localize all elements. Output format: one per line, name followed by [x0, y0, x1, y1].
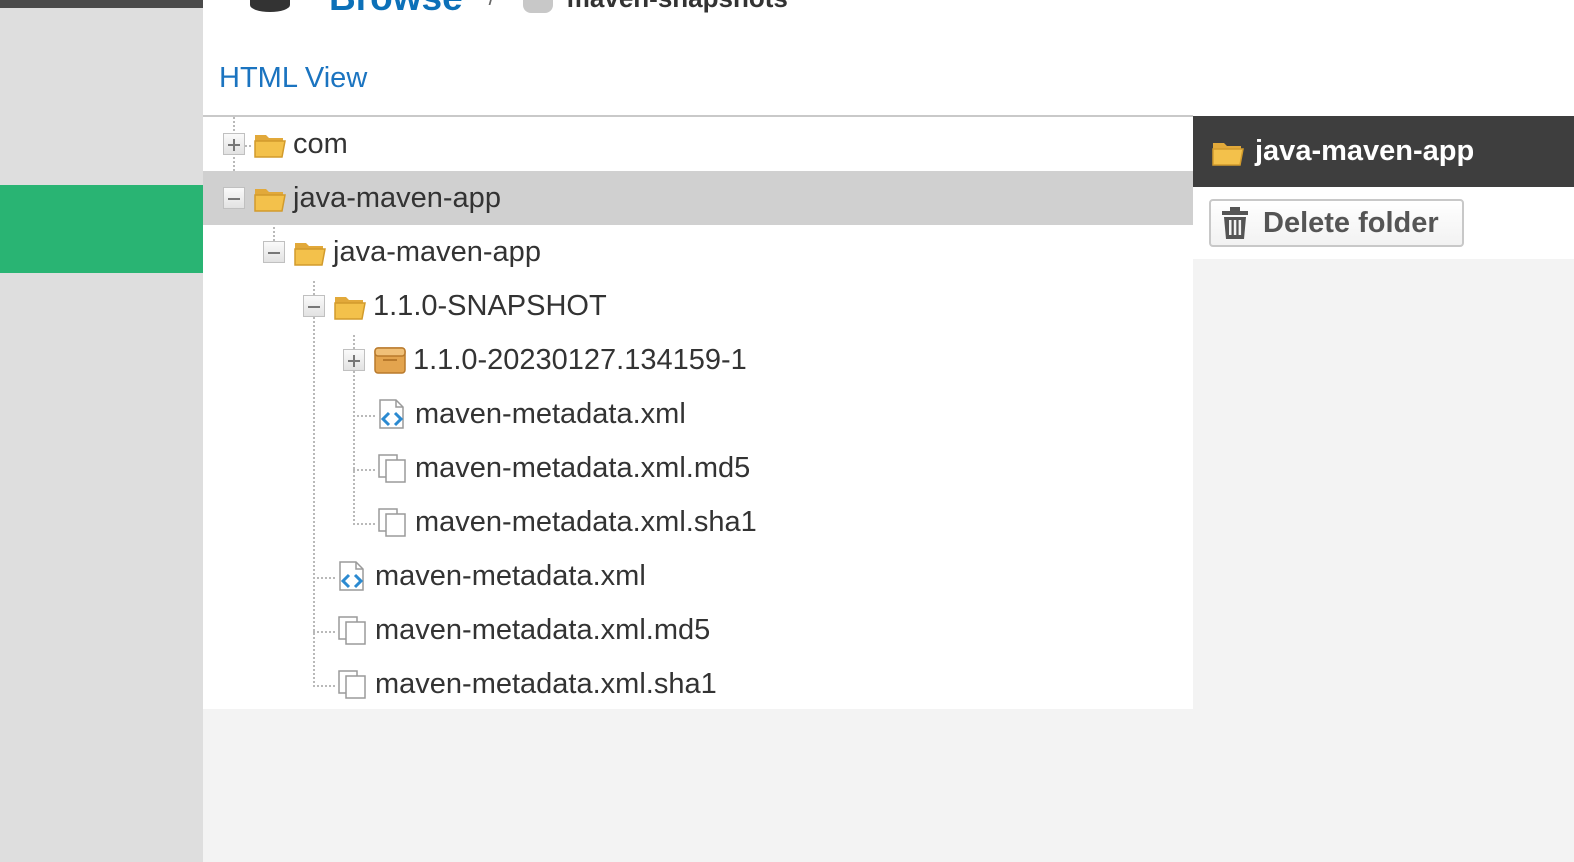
tree-node-label: java-maven-app	[293, 181, 501, 214]
tree-node[interactable]: java-maven-app	[263, 225, 541, 279]
tree-node-label: 1.1.0-SNAPSHOT	[373, 289, 607, 322]
details-panel-toolbar: Delete folder	[1193, 187, 1574, 259]
left-navigation	[0, 0, 203, 862]
breadcrumb-repository-name: maven-snapshots	[567, 0, 788, 14]
expand-toggle-icon[interactable]	[343, 349, 365, 371]
details-panel-header: java-maven-app	[1193, 116, 1574, 187]
database-icon	[250, 0, 290, 12]
repository-icon	[522, 0, 553, 13]
delete-folder-button[interactable]: Delete folder	[1209, 199, 1464, 247]
folder-icon	[254, 135, 286, 158]
tree-row[interactable]: java-maven-app	[203, 225, 1193, 279]
tree-node-label: com	[293, 127, 348, 160]
tree-row[interactable]: maven-metadata.xml.sha1	[203, 495, 1193, 549]
file-copy-icon	[378, 454, 406, 483]
breadcrumb-browse-link[interactable]: Browse	[329, 0, 463, 19]
collapse-toggle-icon[interactable]	[263, 241, 285, 263]
repository-tree: com java-maven-app java-maven-app 1.1.0-…	[203, 117, 1193, 709]
tree-node[interactable]: maven-metadata.xml.sha1	[327, 657, 717, 711]
tree-row[interactable]: com	[203, 117, 1193, 171]
tree-node-label: maven-metadata.xml.sha1	[415, 505, 757, 538]
folder-icon	[1212, 142, 1244, 166]
nav-active-item[interactable]	[0, 185, 203, 273]
tree-node[interactable]: java-maven-app	[223, 171, 501, 225]
tree-node-label: maven-metadata.xml.md5	[415, 451, 751, 484]
breadcrumb-separator: /	[489, 0, 495, 11]
package-icon	[374, 347, 406, 374]
file-copy-icon	[378, 508, 406, 537]
tree-row[interactable]: 1.1.0-SNAPSHOT	[203, 279, 1193, 333]
tree-node[interactable]: maven-metadata.xml	[327, 549, 646, 603]
expand-toggle-icon[interactable]	[223, 133, 245, 155]
xml-file-icon	[379, 399, 404, 429]
collapse-toggle-icon[interactable]	[223, 187, 245, 209]
tree-node-label: maven-metadata.xml	[375, 559, 646, 592]
details-panel-title: java-maven-app	[1255, 135, 1475, 167]
tree-node-label: maven-metadata.xml.sha1	[375, 667, 717, 700]
tree-node[interactable]: maven-metadata.xml.md5	[327, 603, 710, 657]
folder-icon	[254, 189, 286, 212]
page-header: Browse / maven-snapshots HTML View	[203, 0, 1574, 116]
tree-node-label: maven-metadata.xml.md5	[375, 613, 711, 646]
tree-node[interactable]: maven-metadata.xml.sha1	[367, 495, 757, 549]
nav-top-bar	[0, 0, 203, 8]
file-copy-icon	[338, 616, 366, 645]
folder-icon	[334, 297, 366, 320]
xml-file-icon	[339, 561, 364, 591]
tree-node-label: java-maven-app	[333, 235, 541, 268]
tree-node-label: maven-metadata.xml	[415, 397, 686, 430]
tree-row[interactable]: maven-metadata.xml.sha1	[203, 657, 1193, 711]
tree-node-label: 1.1.0-20230127.134159-1	[413, 343, 747, 376]
tree-node[interactable]: com	[223, 117, 348, 171]
app-window: Browse / maven-snapshots HTML View	[0, 0, 1574, 862]
tree-node[interactable]: maven-metadata.xml	[367, 387, 686, 441]
tree-row-selected[interactable]: java-maven-app	[203, 171, 1193, 225]
tree-node[interactable]: maven-metadata.xml.md5	[367, 441, 750, 495]
file-copy-icon	[338, 670, 366, 699]
tree-row[interactable]: maven-metadata.xml	[203, 549, 1193, 603]
trash-icon	[1222, 207, 1248, 239]
tree-node[interactable]: 1.1.0-20230127.134159-1	[343, 333, 747, 387]
tree-node[interactable]: 1.1.0-SNAPSHOT	[303, 279, 607, 333]
tree-row[interactable]: maven-metadata.xml.md5	[203, 441, 1193, 495]
html-view-link[interactable]: HTML View	[219, 62, 367, 95]
collapse-toggle-icon[interactable]	[303, 295, 325, 317]
delete-folder-label: Delete folder	[1263, 206, 1439, 239]
tree-row[interactable]: 1.1.0-20230127.134159-1	[203, 333, 1193, 387]
tree-row[interactable]: maven-metadata.xml	[203, 387, 1193, 441]
tree-row[interactable]: maven-metadata.xml.md5	[203, 603, 1193, 657]
folder-icon	[294, 243, 326, 266]
breadcrumb: Browse / maven-snapshots	[247, 0, 788, 18]
